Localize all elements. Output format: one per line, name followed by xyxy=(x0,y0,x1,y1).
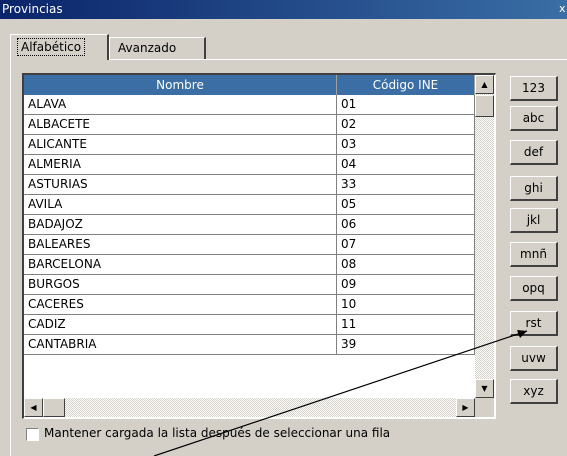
annotation-arrow xyxy=(153,330,528,456)
tab-alfabetico[interactable]: Alfabético xyxy=(10,34,109,60)
tab-alfabetico-label: Alfabético xyxy=(16,38,86,56)
annotation-arrow-line xyxy=(153,330,528,456)
arrow-head-icon xyxy=(517,330,527,338)
provincias-window: Provincias x Alfabético Avanzado Nombre … xyxy=(0,0,567,456)
